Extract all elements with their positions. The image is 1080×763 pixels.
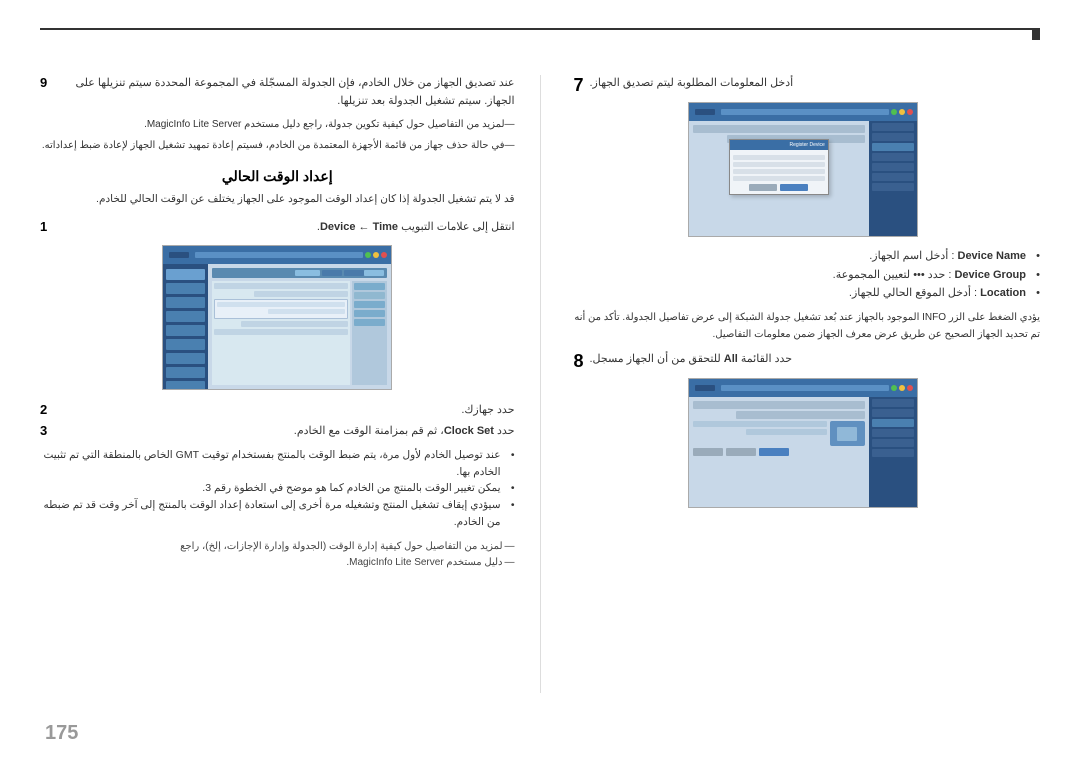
section-9-header: 9 عند تصديق الجهاز من خلال الخادم، فإن ا… xyxy=(40,75,515,110)
content-area: 9 عند تصديق الجهاز من خلال الخادم، فإن ا… xyxy=(40,75,1040,693)
screenshot-toolbar-1 xyxy=(163,246,391,264)
section-9-text: عند تصديق الجهاز من خلال الخادم، فإن الج… xyxy=(62,75,515,110)
page-container: 9 عند تصديق الجهاز من خلال الخادم، فإن ا… xyxy=(0,0,1080,763)
step-3: 3 حدد Clock Set، ثم قم بمزامنة الوقت مع … xyxy=(40,423,515,441)
section-9-dashed1: لمزيد من التفاصيل حول كيفية تكوين جدولة،… xyxy=(40,116,515,133)
step-1-text: انتقل إلى علامات التبويب Device ← Time. xyxy=(62,219,515,237)
toolbar-dot-green-2 xyxy=(891,109,897,115)
bullet-1: عند توصيل الخادم لأول مرة، يتم ضبط الوقت… xyxy=(40,447,515,481)
step-2-text: حدد جهازك. xyxy=(62,402,515,420)
step-1: 1 انتقل إلى علامات التبويب Device ← Time… xyxy=(40,219,515,237)
desc-device-group: : حدد ••• لتعيين المجموعة. xyxy=(833,269,952,281)
section-9-number: 9 xyxy=(40,75,56,90)
desc-location: : أدخل الموقع الحالي للجهاز. xyxy=(849,287,977,299)
section-7-number: 7 xyxy=(566,75,584,96)
toolbar-dot-yellow-3 xyxy=(899,385,905,391)
desc-device-name: : أدخل اسم الجهاز. xyxy=(869,250,954,262)
right-column: 7 أدخل المعلومات المطلوبة ليتم تصديق الج… xyxy=(541,75,1041,693)
bullets-list: عند توصيل الخادم لأول مرة، يتم ضبط الوقت… xyxy=(40,447,515,531)
section-7-header: 7 أدخل المعلومات المطلوبة ليتم تصديق الج… xyxy=(566,75,1041,96)
toolbar-dot-green xyxy=(365,252,371,258)
bullet-device-group: Device Group : حدد ••• لتعيين المجموعة. xyxy=(566,266,1041,285)
screenshot-mockup-3 xyxy=(688,378,918,508)
dashed-bottom-2: دليل مستخدم MagicInfo Lite Server. xyxy=(40,555,515,571)
info-text: يؤدي الضغط على الزر INFO الموجود بالجهاز… xyxy=(566,309,1041,343)
step-3-number: 3 xyxy=(40,423,56,438)
right-bullet-list: Device Name : أدخل اسم الجهاز. Device Gr… xyxy=(566,247,1041,303)
toolbar-dot-yellow xyxy=(373,252,379,258)
step-2: 2 حدد جهازك. xyxy=(40,402,515,420)
bullet-location: Location : أدخل الموقع الحالي للجهاز. xyxy=(566,284,1041,303)
page-number: 175 xyxy=(45,722,78,745)
term-location: Location xyxy=(980,287,1026,299)
current-time-desc: قد لا يتم تشغيل الجدولة إذا كان إعداد ال… xyxy=(40,191,515,209)
left-column: 9 عند تصديق الجهاز من خلال الخادم، فإن ا… xyxy=(40,75,541,693)
toolbar-dot-red-2 xyxy=(907,109,913,115)
bullet-2: يمكن تغيير الوقت بالمنتج من الخادم كما ه… xyxy=(40,480,515,497)
current-time-heading: إعداد الوقت الحالي xyxy=(40,168,515,185)
toolbar-dot-red-3 xyxy=(907,385,913,391)
section-8-header: 8 حدد القائمة All للتحقق من أن الجهاز مس… xyxy=(566,351,1041,372)
section-7-text: أدخل المعلومات المطلوبة ليتم تصديق الجها… xyxy=(590,75,794,93)
right-bar xyxy=(1032,28,1040,40)
toolbar-dot-yellow-2 xyxy=(899,109,905,115)
section-9-dashed2: في حالة حذف جهاز من قائمة الأجهزة المعتم… xyxy=(40,137,515,154)
dashed-bottom-1: لمزيد من التفاصيل حول كيفية إدارة الوقت … xyxy=(40,539,515,555)
section-8-text: حدد القائمة All للتحقق من أن الجهاز مسجل… xyxy=(590,351,793,369)
toolbar-dot-green-3 xyxy=(891,385,897,391)
screenshot-mockup-1 xyxy=(162,245,392,390)
step-2-number: 2 xyxy=(40,402,56,417)
screenshot-toolbar-3 xyxy=(689,379,917,397)
screenshot-toolbar-2 xyxy=(689,103,917,121)
bullet-device-name: Device Name : أدخل اسم الجهاز. xyxy=(566,247,1041,266)
term-device-name: Device Name xyxy=(958,250,1027,262)
top-border xyxy=(40,28,1040,30)
screenshot-mockup-2: Register Device xyxy=(688,102,918,237)
bullet-3: سيؤدي إيقاف تشغيل المنتج وتشغيله مرة أخر… xyxy=(40,497,515,531)
screenshot-main-content-1 xyxy=(208,264,391,389)
term-device-group: Device Group xyxy=(954,269,1026,281)
toolbar-dot-red xyxy=(381,252,387,258)
step-3-text: حدد Clock Set، ثم قم بمزامنة الوقت مع ال… xyxy=(62,423,515,441)
step-1-number: 1 xyxy=(40,219,56,234)
screenshot-sidebar-1 xyxy=(163,264,208,389)
section-8-number: 8 xyxy=(566,351,584,372)
